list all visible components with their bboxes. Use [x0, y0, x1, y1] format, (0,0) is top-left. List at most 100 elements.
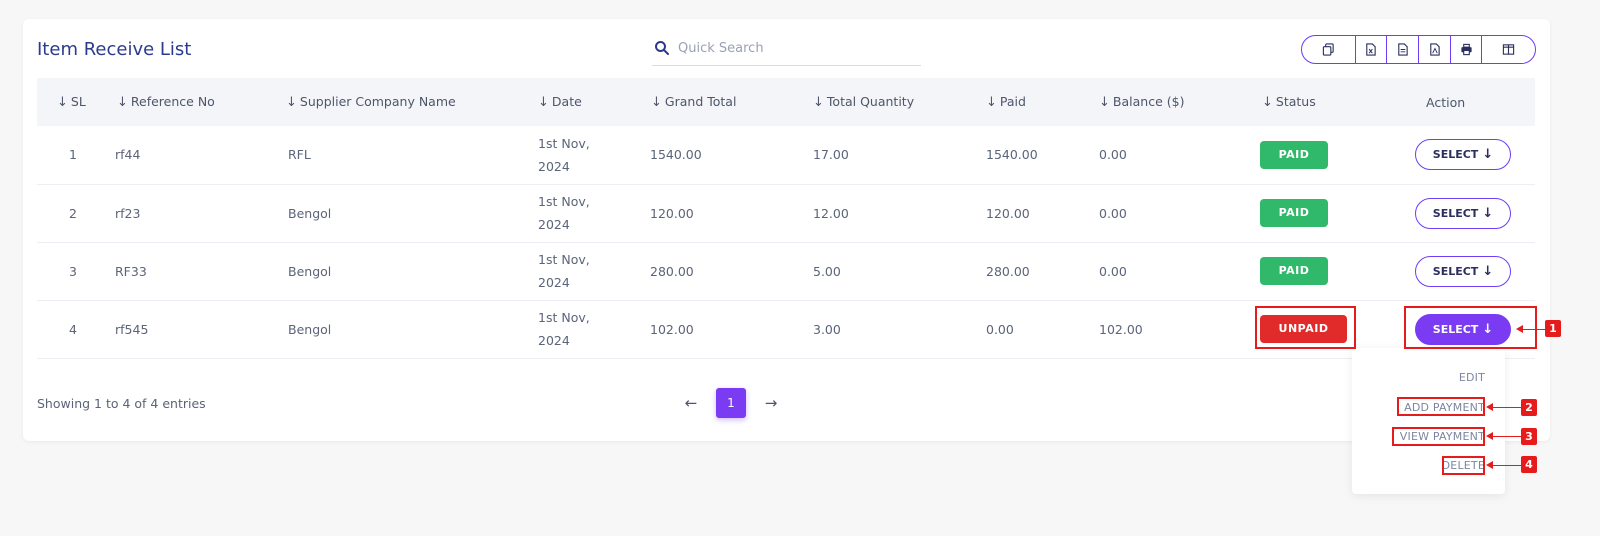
- excel-button[interactable]: [1354, 36, 1387, 63]
- col-header-paid[interactable]: ↓ Paid: [986, 78, 1099, 126]
- print-icon: [1461, 43, 1472, 56]
- status-badge: PAID: [1260, 199, 1328, 227]
- cell-date: 1st Nov, 2024: [538, 252, 590, 290]
- callout-line: [1491, 465, 1521, 466]
- cell-paid: 1540.00: [986, 147, 1038, 163]
- col-header-action: Action: [1426, 94, 1466, 110]
- menu-item-delete[interactable]: DELETE: [1442, 459, 1485, 472]
- cell-grand-total: 1540.00: [650, 147, 702, 163]
- table-row: 3 RF33 Bengol 1st Nov, 2024 280.00 5.00 2…: [37, 242, 1535, 300]
- cell-total-quantity: 5.00: [813, 263, 841, 279]
- arrow-down-icon: ↓: [1482, 263, 1494, 279]
- cell-balance: 0.00: [1099, 205, 1127, 221]
- col-header-sl[interactable]: ↓ SL: [37, 78, 114, 126]
- callout-line: [1521, 329, 1545, 330]
- menu-item-edit[interactable]: EDIT: [1459, 371, 1485, 384]
- col-header-reference[interactable]: ↓ Reference No: [114, 78, 286, 126]
- callout-badge-3: 3: [1521, 428, 1537, 445]
- cell-supplier: Bengol: [288, 263, 332, 279]
- cell-supplier: Bengol: [288, 205, 332, 221]
- menu-item-view-payment[interactable]: VIEW PAYMENT: [1400, 430, 1485, 443]
- sort-arrow-icon: ↓: [286, 95, 297, 110]
- callout-badge-1: 1: [1545, 320, 1561, 337]
- cell-date: 1st Nov, 2024: [538, 135, 590, 174]
- csv-button[interactable]: [1386, 36, 1418, 63]
- cell-paid: 0.00: [986, 321, 1014, 337]
- menu-item-add-payment[interactable]: ADD PAYMENT: [1404, 401, 1485, 414]
- table-header-row: ↓ SL ↓ Reference No ↓ Supplier Company Name…: [37, 78, 1535, 126]
- select-button[interactable]: SELECT ↓: [1415, 255, 1511, 287]
- export-toolbar: [1301, 35, 1536, 64]
- sort-arrow-icon: ↓: [57, 95, 68, 110]
- cell-total-quantity: 3.00: [813, 321, 841, 337]
- callout-badge-2: 2: [1521, 399, 1537, 416]
- callout-line: [1491, 436, 1521, 437]
- cell-reference: rf23: [115, 205, 141, 221]
- pagination: ← 1 →: [680, 388, 782, 418]
- select-button[interactable]: SELECT ↓: [1415, 197, 1511, 229]
- cell-sl: 2: [69, 205, 77, 221]
- sort-arrow-icon: ↓: [651, 95, 662, 110]
- cell-status: PAID: [1260, 184, 1403, 242]
- col-header-balance[interactable]: ↓ Balance ($): [1099, 78, 1260, 126]
- cell-grand-total: 102.00: [650, 321, 694, 337]
- cell-action: SELECT ↓: [1403, 184, 1535, 242]
- cell-status: PAID: [1260, 242, 1403, 300]
- columns-button[interactable]: [1481, 36, 1535, 63]
- cell-sl: 4: [69, 321, 77, 337]
- cell-date: 1st Nov, 2024: [538, 194, 590, 232]
- cell-reference: RF33: [115, 263, 147, 279]
- action-dropdown-menu: EDIT ADD PAYMENT VIEW PAYMENT DELETE: [1352, 348, 1505, 494]
- cell-total-quantity: 17.00: [813, 147, 849, 163]
- col-header-grand-total[interactable]: ↓ Grand Total: [650, 78, 813, 126]
- sort-arrow-icon: ↓: [538, 95, 549, 110]
- cell-sl: 3: [69, 263, 77, 279]
- cell-grand-total: 280.00: [650, 263, 694, 279]
- select-button[interactable]: SELECT ↓: [1415, 313, 1511, 345]
- pdf-button[interactable]: [1418, 36, 1450, 63]
- columns-icon: [1503, 44, 1515, 55]
- sort-arrow-icon: ↓: [986, 95, 997, 110]
- arrow-down-icon: ↓: [1482, 147, 1494, 163]
- prev-page-button[interactable]: ←: [680, 394, 702, 412]
- status-badge: PAID: [1260, 257, 1328, 285]
- search-input[interactable]: [678, 40, 908, 56]
- col-header-date[interactable]: ↓ Date: [538, 78, 650, 126]
- pdf-icon: [1430, 43, 1440, 56]
- cell-paid: 120.00: [986, 205, 1030, 221]
- table-row: 2 rf23 Bengol 1st Nov, 2024 120.00 12.00 …: [37, 184, 1535, 242]
- search-box[interactable]: [652, 31, 921, 66]
- col-header-status[interactable]: ↓ Status: [1260, 78, 1403, 126]
- arrow-down-icon: ↓: [1482, 205, 1494, 221]
- cell-grand-total: 120.00: [650, 205, 694, 221]
- copy-icon: [1322, 43, 1334, 56]
- cell-status: PAID: [1260, 126, 1403, 184]
- cell-date: 1st Nov, 2024: [538, 310, 590, 348]
- select-button[interactable]: SELECT ↓: [1415, 139, 1511, 171]
- cell-action: SELECT ↓: [1403, 126, 1535, 184]
- copy-button[interactable]: [1302, 36, 1355, 63]
- csv-icon: [1398, 43, 1408, 56]
- callout-badge-4: 4: [1521, 456, 1537, 473]
- arrow-down-icon: ↓: [1482, 321, 1494, 337]
- cell-balance: 0.00: [1099, 147, 1127, 163]
- item-receive-table: ↓ SL ↓ Reference No ↓ Supplier Company Name…: [37, 78, 1535, 359]
- search-icon: [655, 41, 669, 55]
- sort-arrow-icon: ↓: [117, 95, 128, 110]
- cell-action: SELECT ↓: [1403, 242, 1535, 300]
- cell-paid: 280.00: [986, 263, 1030, 279]
- col-header-total-quantity[interactable]: ↓ Total Quantity: [813, 78, 986, 126]
- print-button[interactable]: [1449, 36, 1482, 63]
- sort-arrow-icon: ↓: [1262, 95, 1273, 110]
- sort-arrow-icon: ↓: [813, 95, 824, 110]
- callout-line: [1491, 407, 1521, 408]
- cell-supplier: Bengol: [288, 321, 332, 337]
- next-page-button[interactable]: →: [760, 394, 782, 412]
- status-badge: UNPAID: [1260, 315, 1347, 343]
- page-button-current[interactable]: 1: [716, 388, 746, 418]
- entries-info: Showing 1 to 4 of 4 entries: [37, 396, 206, 411]
- cell-sl: 1: [69, 147, 77, 163]
- col-header-supplier[interactable]: ↓ Supplier Company Name: [286, 78, 538, 126]
- table-row: 1 rf44 RFL 1st Nov, 2024 1540.00 17.00 15…: [37, 126, 1535, 184]
- sort-arrow-icon: ↓: [1099, 95, 1110, 110]
